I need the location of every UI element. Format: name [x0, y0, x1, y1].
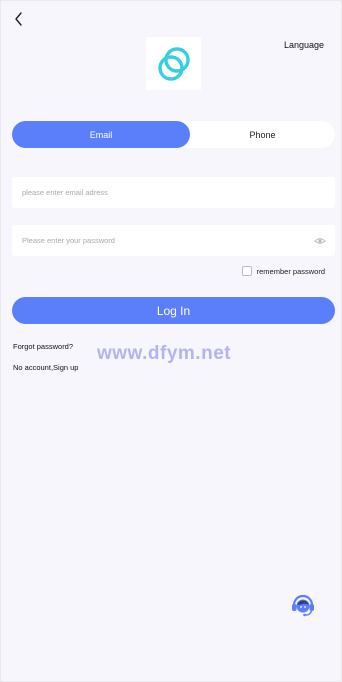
forgot-password-link[interactable]: Forgot password? — [13, 342, 73, 351]
email-field-container — [12, 177, 335, 208]
sign-up-link[interactable]: Sign up — [53, 363, 78, 372]
customer-support-icon — [292, 594, 314, 617]
login-button[interactable]: Log In — [12, 297, 335, 324]
remember-password-toggle[interactable]: remember password — [241, 266, 325, 276]
remember-password-label: remember password — [256, 266, 325, 276]
tab-phone[interactable]: Phone — [190, 121, 335, 148]
email-input[interactable] — [12, 187, 304, 198]
login-screen: Language Email Phone remember password L… — [1, 1, 341, 681]
brand-logo-icon — [157, 46, 190, 81]
login-method-tabs: Email Phone — [12, 121, 335, 148]
watermark-text: www.dfym.net — [97, 343, 232, 364]
no-account-text: No account, — [13, 363, 54, 372]
eye-icon[interactable] — [314, 235, 326, 247]
password-input[interactable] — [12, 235, 304, 246]
password-field-container — [12, 225, 335, 256]
customer-support-button[interactable] — [289, 591, 317, 619]
language-selector[interactable]: Language — [284, 40, 324, 50]
chevron-left-icon — [15, 12, 22, 26]
signup-row: No account,Sign up — [13, 363, 78, 372]
remember-password-checkbox[interactable] — [241, 266, 252, 276]
brand-logo — [146, 37, 201, 90]
back-button[interactable] — [9, 9, 29, 29]
tab-email[interactable]: Email — [12, 121, 190, 148]
